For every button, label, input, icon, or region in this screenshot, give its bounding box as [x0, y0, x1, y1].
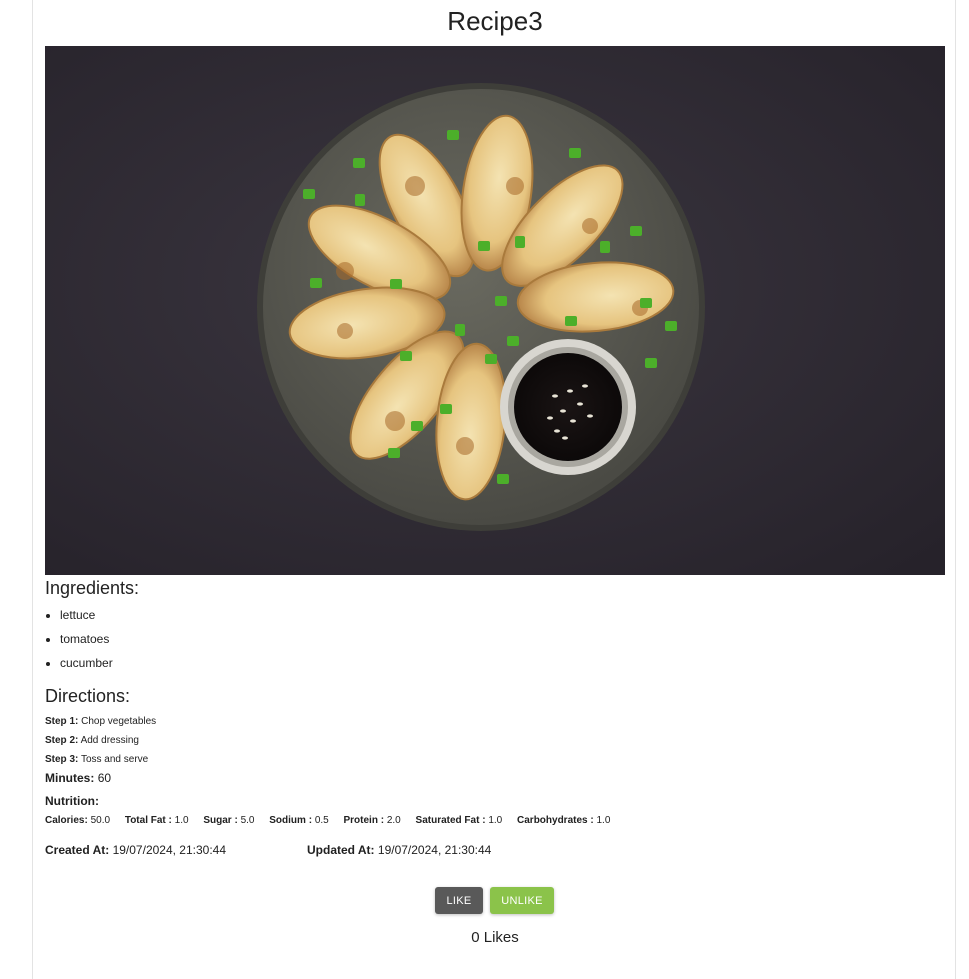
updated-at-value: 19/07/2024, 21:30:44: [377, 843, 492, 857]
direction-step: Step 3: Toss and serve: [45, 754, 149, 765]
recipe-title: Recipe3: [447, 6, 543, 36]
nutrition-carbohydrates: Carbohydrates : 1.0: [517, 815, 611, 826]
likes-count: 0 Likes: [471, 929, 519, 946]
nutrition-saturated-fat: Saturated Fat : 1.0: [415, 815, 503, 826]
nutrition-sugar: Sugar : 5.0: [203, 815, 255, 826]
ingredient-item: cucumber: [60, 651, 113, 675]
updated-at-label: Updated At:: [307, 843, 375, 857]
nutrition-total-fat: Total Fat : 1.0: [124, 815, 189, 826]
direction-step: Step 2: Add dressing: [45, 735, 139, 746]
minutes-value: 60: [97, 771, 112, 785]
unlike-button[interactable]: UNLIKE: [490, 887, 554, 914]
like-button[interactable]: LIKE: [435, 887, 483, 914]
nutrition-protein: Protein : 2.0: [343, 815, 401, 826]
nutrition-calories: Calories: 50.0: [45, 815, 111, 826]
direction-step: Step 1: Chop vegetables: [45, 716, 157, 727]
created-at: Created At: 19/07/2024, 21:30:44: [45, 841, 226, 859]
dumplings-image: [45, 46, 945, 575]
nutrition-sodium: Sodium : 0.5: [269, 815, 329, 826]
ingredients-heading: Ingredients:: [45, 578, 140, 598]
minutes: Minutes: 60: [45, 769, 111, 787]
nutrition-facts: Calories: 50.0 Total Fat : 1.0 Sugar : 5…: [45, 813, 622, 829]
ingredient-item: tomatoes: [60, 627, 113, 651]
recipe-card: Recipe3 Ingredients: • lettuce • tomatoe…: [32, 0, 956, 979]
ingredients-list: lettuce tomatoes cucumber: [45, 603, 113, 675]
minutes-label: Minutes:: [45, 771, 95, 785]
updated-at: Updated At: 19/07/2024, 21:30:44: [307, 841, 491, 859]
directions-steps: Step 1: Chop vegetables Step 2: Add dres…: [45, 712, 156, 769]
created-at-label: Created At:: [45, 843, 110, 857]
ingredient-item: lettuce: [60, 603, 113, 627]
directions-heading: Directions:: [45, 686, 131, 706]
recipe-photo: [45, 46, 945, 575]
created-at-value: 19/07/2024, 21:30:44: [112, 843, 227, 857]
nutrition-heading: Nutrition:: [45, 794, 99, 808]
